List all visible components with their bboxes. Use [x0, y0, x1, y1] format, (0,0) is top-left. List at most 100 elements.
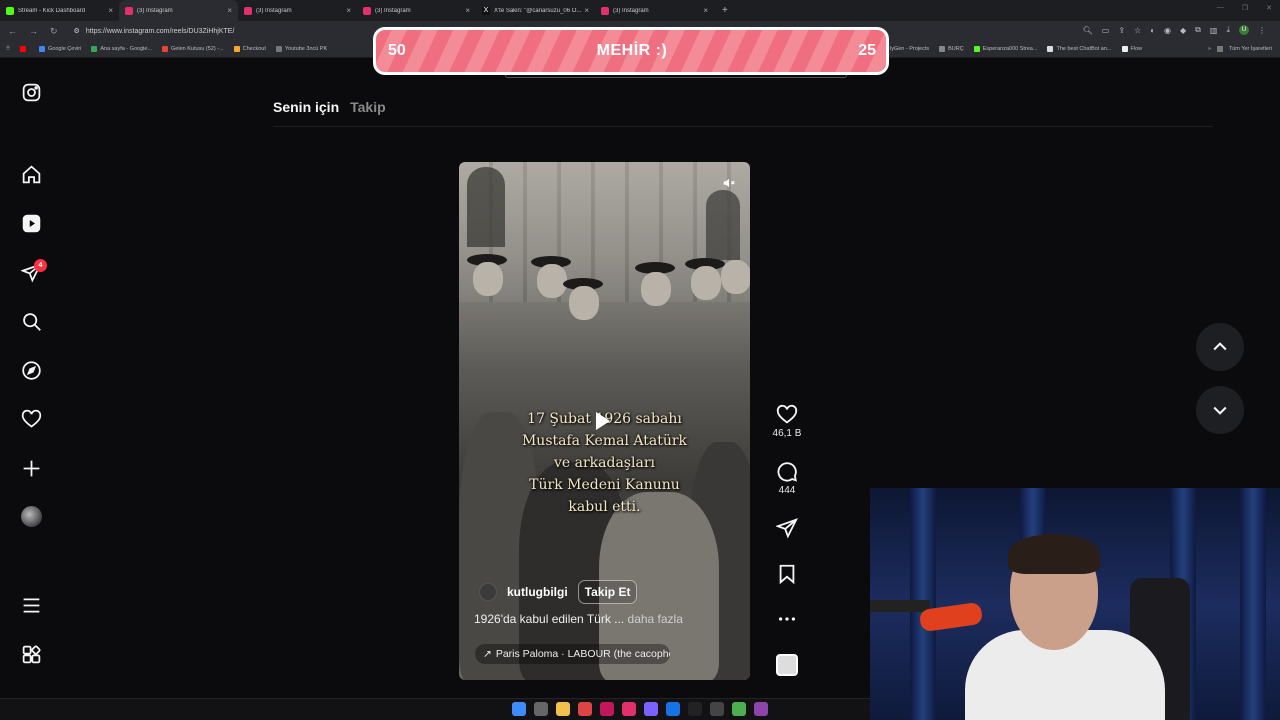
bookmark-item[interactable]: Youtube 3ncü PK	[275, 46, 328, 52]
new-tab-button[interactable]: +	[722, 5, 728, 16]
checkout-icon	[233, 46, 240, 52]
all-bookmarks[interactable]: » Tüm Yer İşaretleri	[1208, 46, 1272, 52]
task-view-icon[interactable]	[534, 702, 548, 716]
author-username[interactable]: kutlugbilgi	[507, 585, 568, 599]
home-icon[interactable]	[20, 163, 42, 185]
photoshop-icon[interactable]	[666, 702, 680, 716]
more-apps-icon[interactable]	[20, 643, 42, 665]
url-field[interactable]: ⚙ https://www.instagram.com/reels/DU3ZiH…	[74, 27, 235, 36]
reels-icon[interactable]	[20, 212, 42, 234]
author-avatar[interactable]	[479, 583, 497, 601]
close-icon[interactable]: ×	[584, 6, 589, 15]
tab-following[interactable]: Takip	[350, 99, 386, 115]
close-icon[interactable]: ×	[227, 6, 232, 15]
play-icon[interactable]	[596, 412, 610, 430]
extension-icon[interactable]: ◐	[1150, 26, 1155, 35]
like-button[interactable]: 46,1 B	[772, 404, 802, 439]
discord-icon[interactable]	[644, 702, 658, 716]
share-icon[interactable]: ⇪	[1118, 26, 1125, 35]
share-button[interactable]	[772, 517, 802, 539]
follow-button[interactable]: Takip Et	[577, 580, 638, 604]
zoom-icon[interactable]: 🔍︎	[1083, 26, 1093, 35]
reel-audio[interactable]: ↗ Paris Paloma · LABOUR (the cacopho	[475, 644, 670, 664]
feed-tabs: Senin için Takip	[273, 99, 386, 115]
extensions-icon[interactable]: ⧉	[1195, 25, 1201, 35]
close-icon[interactable]: ×	[346, 6, 351, 15]
bookmark-item[interactable]: The best ChatBot an...	[1047, 46, 1112, 52]
file-explorer-icon[interactable]	[556, 702, 570, 716]
chrome-icon[interactable]	[578, 702, 592, 716]
taskbar	[0, 698, 870, 720]
bookmark-item[interactable]: Ana sayfa - Google...	[91, 46, 152, 52]
instagram-logo-icon[interactable]	[20, 81, 42, 103]
profile-avatar[interactable]	[21, 506, 42, 527]
instagram-icon	[601, 6, 609, 15]
bookmark-item[interactable]: BURÇ	[939, 46, 964, 52]
video-scene	[721, 260, 750, 294]
heart-icon[interactable]	[20, 408, 42, 430]
bookmark-item[interactable]: Google Çeviri	[39, 46, 81, 52]
sidepanel-icon[interactable]: ▥	[1210, 26, 1218, 35]
close-icon[interactable]: ×	[465, 6, 470, 15]
profile-avatar[interactable]: U	[1239, 25, 1249, 35]
opera-icon[interactable]	[600, 702, 614, 716]
bookmark-item[interactable]: Flow	[1121, 46, 1142, 52]
forward-icon[interactable]: →	[29, 26, 38, 36]
reel-video[interactable]: 17 Şubat 1926 sabahı Mustafa Kemal Atatü…	[459, 162, 750, 680]
instagram-icon[interactable]	[622, 702, 636, 716]
browser-tab[interactable]: X X'te Sakin: "@canarsuzu_06 O... ×	[476, 0, 595, 21]
curtain	[1240, 488, 1266, 720]
extension-icon[interactable]: ◆	[1180, 26, 1186, 35]
menu-icon[interactable]: ⋮	[1258, 26, 1266, 35]
install-icon[interactable]: ▭	[1102, 26, 1110, 35]
bookmark-icon	[779, 564, 795, 585]
more-link[interactable]: daha fazla	[628, 612, 683, 626]
app-icon[interactable]	[710, 702, 724, 716]
bookmark-label: Youtube 3ncü PK	[284, 46, 328, 52]
browser-tab[interactable]: Stream - Kick Dashboard ×	[0, 0, 119, 21]
comment-button[interactable]: 444	[772, 461, 802, 496]
maximize-icon[interactable]: ❐	[1242, 4, 1248, 12]
menu-icon[interactable]	[20, 594, 42, 616]
chrome-icon[interactable]	[732, 702, 746, 716]
minimize-icon[interactable]: —	[1217, 4, 1224, 12]
back-icon[interactable]: ←	[8, 26, 17, 36]
audio-thumbnail[interactable]	[776, 654, 798, 676]
download-icon[interactable]: ⤓	[1226, 25, 1230, 35]
previous-reel-button[interactable]	[1196, 323, 1244, 371]
tab-for-you[interactable]: Senin için	[273, 99, 339, 115]
more-options-button[interactable]	[772, 608, 802, 630]
mute-icon[interactable]	[722, 176, 736, 190]
start-icon[interactable]	[512, 702, 526, 716]
caption-line: Türk Medeni Kanunu	[529, 477, 680, 493]
bookmark-item[interactable]: lyGen - Projects	[890, 46, 929, 52]
bookmark-item[interactable]: Checkout	[233, 46, 266, 52]
close-icon[interactable]: ×	[703, 6, 708, 15]
explore-icon[interactable]	[20, 359, 42, 381]
mic-arm	[870, 600, 930, 612]
browser-tab[interactable]: (3) Instagram ×	[595, 0, 714, 21]
obs-icon[interactable]	[754, 702, 768, 716]
search-icon[interactable]	[20, 310, 42, 332]
extension-icon[interactable]: ◉	[1164, 26, 1171, 35]
bookmark-item[interactable]: Gelen Kutusu (52) -...	[162, 46, 224, 52]
bookmark-item[interactable]: Esperanza000 Strea...	[973, 46, 1037, 52]
browser-tab[interactable]: (3) Instagram ×	[357, 0, 476, 21]
tab-title: X'te Sakin: "@canarsuzu_06 O...	[494, 7, 582, 14]
site-info-icon[interactable]: ⚙	[74, 27, 80, 35]
browser-tab[interactable]: (3) Instagram ×	[238, 0, 357, 21]
save-button[interactable]	[772, 563, 802, 585]
tiktok-icon[interactable]	[688, 702, 702, 716]
youtube-icon[interactable]	[20, 46, 29, 52]
apps-icon[interactable]: ⠿	[6, 46, 10, 52]
tab-title: Stream - Kick Dashboard	[18, 7, 86, 14]
star-icon[interactable]: ☆	[1134, 26, 1141, 35]
next-reel-button[interactable]	[1196, 386, 1244, 434]
reel-description: 1926'da kabul edilen Türk ... daha fazla	[474, 612, 683, 626]
close-window-icon[interactable]: ✕	[1266, 4, 1272, 12]
create-icon[interactable]	[20, 457, 42, 479]
tab-title: (3) Instagram	[137, 7, 173, 14]
browser-tab-active[interactable]: (3) Instagram ×	[119, 0, 238, 21]
reload-icon[interactable]: ↻	[50, 26, 58, 37]
close-icon[interactable]: ×	[108, 6, 113, 15]
